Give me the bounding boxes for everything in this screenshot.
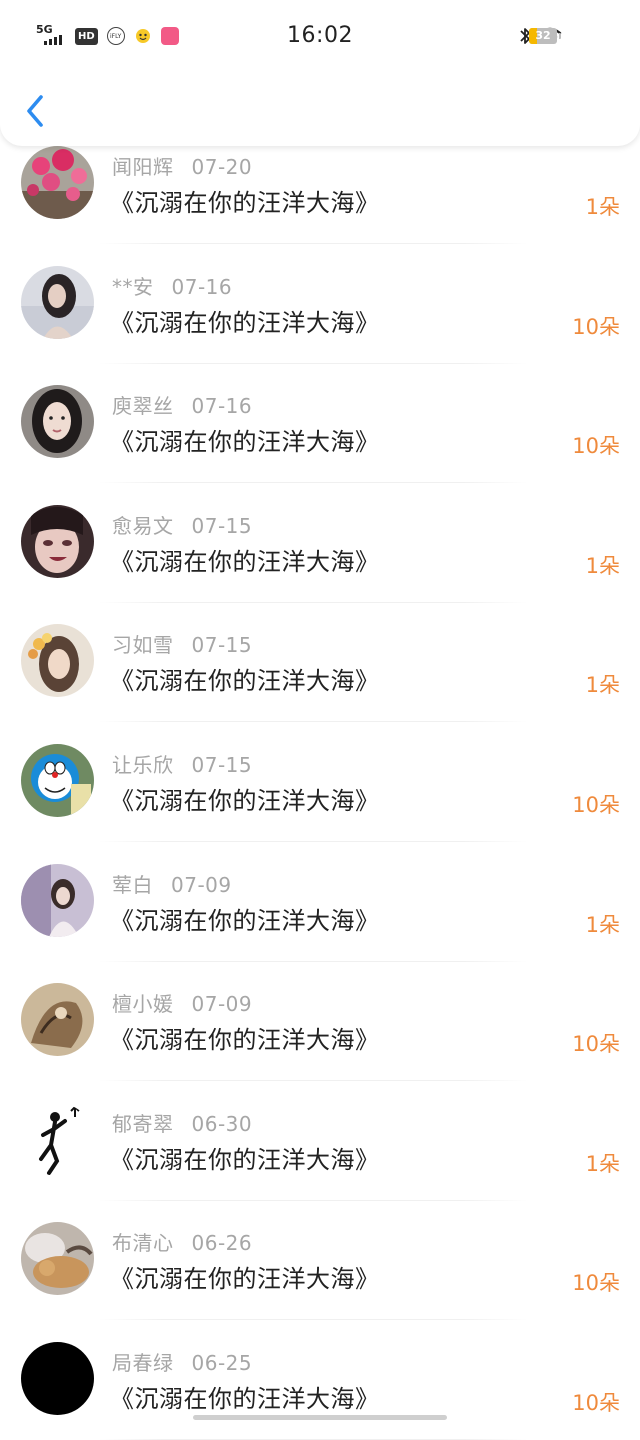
chevron-left-icon[interactable]	[22, 92, 52, 130]
flower-count: 1朵	[585, 1151, 620, 1176]
song-title: 《沉溺在你的汪洋大海》	[110, 667, 380, 696]
sender-info: 荤白 07-09	[112, 869, 232, 898]
sender-name: 荤白	[112, 872, 153, 897]
flower-count: 1朵	[585, 673, 620, 698]
song-title: 《沉溺在你的汪洋大海》	[110, 1385, 380, 1413]
sender-name: 庾翠丝	[112, 394, 174, 419]
battery-icon: 32	[529, 28, 561, 44]
sender-info: **安 07-16	[112, 271, 232, 300]
gift-date: 06-26	[191, 1231, 253, 1256]
sender-info: 习如雪 07-15	[112, 629, 252, 658]
sender-info: 檀小媛 07-09	[112, 988, 252, 1017]
gift-date: 06-25	[191, 1351, 253, 1375]
gift-date: 07-09	[171, 872, 232, 897]
avatar[interactable]	[21, 1102, 94, 1176]
sender-info: 布清心 06-26	[112, 1227, 252, 1256]
flower-count: 1朵	[585, 912, 620, 937]
sender-name: 布清心	[112, 1231, 174, 1256]
gift-list-item[interactable]: 愈易文 07-15 《沉溺在你的汪洋大海》 1朵	[0, 484, 640, 603]
song-title: 《沉溺在你的汪洋大海》	[110, 787, 380, 815]
sender-info: 闻阳辉 07-20	[112, 151, 252, 180]
avatar[interactable]	[21, 265, 94, 339]
avatar[interactable]	[21, 146, 94, 219]
sender-info: 让乐欣 07-15	[112, 749, 252, 778]
sender-name: 习如雪	[112, 633, 174, 658]
gift-date: 07-15	[191, 633, 253, 658]
flower-count: 10朵	[572, 1271, 620, 1296]
gift-list-item[interactable]: 荤白 07-09 《沉溺在你的汪洋大海》 1朵	[0, 843, 640, 962]
gift-date: 07-09	[191, 992, 253, 1017]
sender-name: 闻阳辉	[112, 155, 174, 179]
song-title: 《沉溺在你的汪洋大海》	[110, 189, 380, 217]
gift-date: 07-15	[191, 753, 253, 777]
song-title: 《沉溺在你的汪洋大海》	[110, 1026, 380, 1055]
sender-info: 愈易文 07-15	[112, 510, 252, 539]
gift-list-item[interactable]: 郁寄翠 06-30 《沉溺在你的汪洋大海》 1朵	[0, 1082, 640, 1201]
avatar[interactable]	[21, 744, 94, 817]
sender-info: 庾翠丝 07-16	[112, 390, 252, 419]
avatar[interactable]	[21, 983, 94, 1057]
sender-name: 郁寄翠	[112, 1111, 174, 1136]
gift-date: 07-20	[191, 155, 253, 179]
home-indicator[interactable]	[193, 1415, 447, 1420]
sender-name: 愈易文	[112, 513, 174, 538]
battery-level: 32	[535, 29, 551, 42]
gift-list-item[interactable]: 局春绿 06-25 《沉溺在你的汪洋大海》 10朵	[0, 1321, 640, 1440]
sender-info: 郁寄翠 06-30	[112, 1108, 252, 1137]
song-title: 《沉溺在你的汪洋大海》	[110, 547, 380, 576]
gift-list-item[interactable]: 让乐欣 07-15 《沉溺在你的汪洋大海》 10朵	[0, 723, 640, 842]
sender-name: 让乐欣	[112, 753, 174, 777]
flower-count: 10朵	[572, 314, 620, 339]
flower-count: 10朵	[572, 793, 620, 817]
sender-name: 局春绿	[112, 1351, 174, 1375]
flower-count: 1朵	[585, 553, 620, 578]
avatar[interactable]	[21, 385, 94, 459]
gift-date: 07-15	[191, 513, 253, 538]
sender-info: 局春绿 06-25	[112, 1347, 252, 1376]
avatar[interactable]	[21, 1222, 94, 1296]
gift-list-item[interactable]: 檀小媛 07-09 《沉溺在你的汪洋大海》 10朵	[0, 962, 640, 1082]
song-title: 《沉溺在你的汪洋大海》	[110, 906, 380, 935]
flower-count: 1朵	[585, 195, 620, 219]
avatar[interactable]	[21, 504, 94, 578]
sender-name: 檀小媛	[112, 992, 174, 1017]
gift-date: 07-16	[171, 274, 233, 299]
flower-count: 10朵	[572, 434, 620, 459]
avatar[interactable]	[21, 863, 94, 937]
gift-list-item[interactable]: 布清心 06-26 《沉溺在你的汪洋大海》 10朵	[0, 1201, 640, 1321]
gift-list-item[interactable]: 习如雪 07-15 《沉溺在你的汪洋大海》 1朵	[0, 603, 640, 723]
song-title: 《沉溺在你的汪洋大海》	[110, 428, 380, 457]
avatar[interactable]	[21, 1342, 94, 1415]
gift-date: 06-30	[191, 1111, 253, 1136]
gift-list-item[interactable]: **安 07-16 《沉溺在你的汪洋大海》 10朵	[0, 245, 640, 364]
avatar[interactable]	[21, 624, 94, 698]
gift-date: 07-16	[191, 394, 253, 419]
song-title: 《沉溺在你的汪洋大海》	[110, 308, 380, 337]
sender-name: **安	[112, 274, 154, 299]
gift-list-item[interactable]: 庾翠丝 07-16 《沉溺在你的汪洋大海》 10朵	[0, 364, 640, 484]
song-title: 《沉溺在你的汪洋大海》	[110, 1265, 380, 1294]
flower-count: 10朵	[572, 1032, 620, 1057]
song-title: 《沉溺在你的汪洋大海》	[110, 1145, 380, 1174]
app-header: 5G HD iFLY 16:02 32	[0, 0, 640, 146]
flower-count: 10朵	[572, 1391, 620, 1415]
